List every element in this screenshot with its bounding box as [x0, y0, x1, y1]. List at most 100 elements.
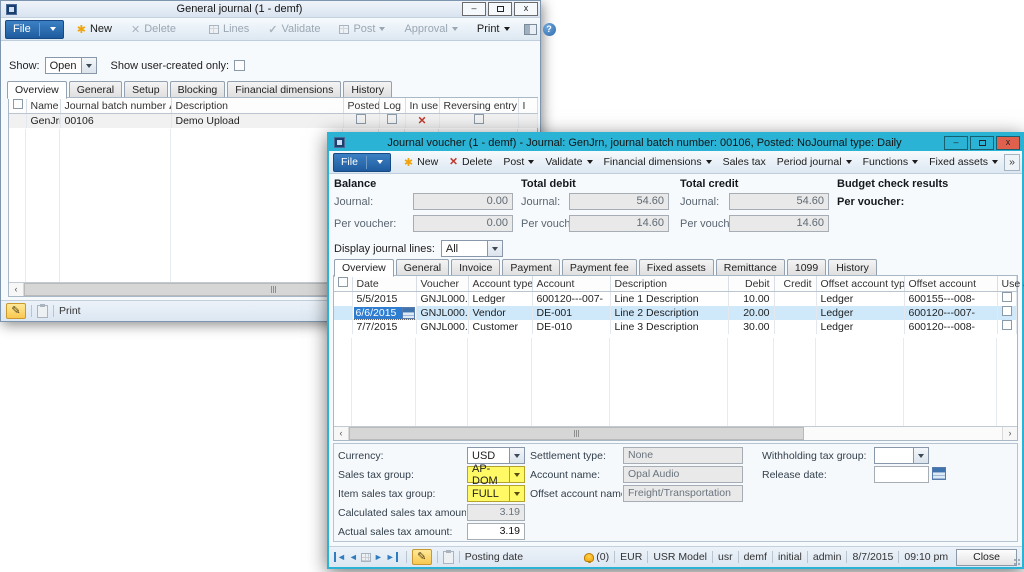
col-description[interactable]: Description: [171, 98, 343, 114]
cell-account-type[interactable]: Ledger: [468, 292, 532, 306]
new-button[interactable]: ✱New: [399, 154, 443, 171]
minimize-button[interactable]: –: [944, 136, 968, 150]
row-select-cell[interactable]: [334, 292, 352, 306]
cell-use-deposit[interactable]: [997, 292, 1017, 306]
row-select-cell[interactable]: [334, 320, 352, 334]
cell-voucher[interactable]: GNJL000...: [416, 320, 468, 334]
cell-offset-type[interactable]: Ledger: [816, 306, 904, 320]
tab-overview[interactable]: Overview: [7, 81, 67, 99]
cell-date-editing[interactable]: 6/6/2015: [352, 306, 416, 320]
close-button[interactable]: x: [514, 2, 538, 16]
cell-offset-type[interactable]: Ledger: [816, 292, 904, 306]
col-debit[interactable]: Debit: [728, 276, 774, 292]
maximize-button[interactable]: [488, 2, 512, 16]
fixed-assets-menu-button[interactable]: Fixed assets: [924, 154, 1003, 170]
last-record-icon[interactable]: ►: [386, 552, 398, 562]
table-row[interactable]: GenJrn 00106 Demo Upload ✕: [9, 114, 538, 128]
toolbar-overflow-button[interactable]: »: [1004, 154, 1020, 171]
cell-offset-account[interactable]: 600120---007-: [904, 306, 997, 320]
cell-voucher[interactable]: GNJL000...: [416, 306, 468, 320]
cell-account[interactable]: DE-001: [532, 306, 610, 320]
withholding-tax-group-dropdown[interactable]: [874, 447, 929, 464]
cell-account-type[interactable]: Customer: [468, 320, 532, 334]
alerts-icon[interactable]: [584, 553, 594, 562]
edit-mode-button[interactable]: ✎: [6, 303, 26, 319]
resize-grip[interactable]: [1013, 558, 1021, 566]
cell-description[interactable]: Line 1 Description: [610, 292, 728, 306]
row-select-cell[interactable]: [9, 114, 26, 128]
col-use-a-deposit[interactable]: Use a depo: [997, 276, 1017, 292]
cell-credit[interactable]: [774, 320, 816, 334]
cell-offset-account[interactable]: 600120---008-: [904, 320, 997, 334]
window-titlebar[interactable]: General journal (1 - demf) – x: [1, 1, 540, 18]
cell-batch[interactable]: 00106: [60, 114, 171, 128]
previous-record-icon[interactable]: ◄: [349, 552, 358, 562]
col-posted[interactable]: Posted: [343, 98, 379, 114]
select-all-header[interactable]: [334, 276, 352, 292]
use-deposit-checkbox[interactable]: [1002, 320, 1012, 330]
calendar-icon[interactable]: [932, 467, 946, 480]
col-name[interactable]: Name: [26, 98, 60, 114]
cell-account[interactable]: 600120---007-: [532, 292, 610, 306]
close-window-button[interactable]: Close: [956, 549, 1017, 566]
new-button[interactable]: ✱New: [72, 21, 117, 38]
cell-use-deposit[interactable]: [997, 306, 1017, 320]
edit-mode-button[interactable]: ✎: [412, 549, 432, 565]
cell-date[interactable]: 5/5/2015: [352, 292, 416, 306]
cell-use-deposit[interactable]: [997, 320, 1017, 334]
post-menu-button[interactable]: Post: [498, 154, 539, 170]
col-journal-batch-number[interactable]: Journal batch number ▴: [60, 98, 171, 114]
scroll-thumb[interactable]: [349, 427, 804, 440]
minimize-button[interactable]: –: [462, 2, 486, 16]
horizontal-scrollbar[interactable]: ‹ ›: [334, 426, 1017, 440]
show-dropdown[interactable]: Open: [45, 57, 97, 74]
cell-offset-account[interactable]: 600155---008-: [904, 292, 997, 306]
scroll-left-arrow[interactable]: ‹: [9, 283, 24, 296]
row-select-cell[interactable]: [334, 306, 352, 320]
col-in-use[interactable]: In use: [405, 98, 439, 114]
display-lines-dropdown[interactable]: All: [441, 240, 503, 257]
cell-credit[interactable]: [774, 292, 816, 306]
col-reversing-entry[interactable]: Reversing entry: [439, 98, 518, 114]
layout-icon[interactable]: [524, 24, 537, 35]
sales-tax-button[interactable]: Sales tax: [718, 154, 771, 170]
validate-menu-button[interactable]: Validate: [540, 154, 597, 170]
cell-voucher[interactable]: GNJL000...: [416, 292, 468, 306]
col-description[interactable]: Description: [610, 276, 728, 292]
cell-account-type[interactable]: Vendor: [468, 306, 532, 320]
col-account[interactable]: Account: [532, 276, 610, 292]
use-deposit-checkbox[interactable]: [1002, 292, 1012, 302]
help-icon[interactable]: ?: [543, 23, 556, 36]
cell-name[interactable]: GenJrn: [26, 114, 60, 128]
cell-debit[interactable]: 10.00: [728, 292, 774, 306]
scroll-right-arrow[interactable]: ›: [1002, 427, 1017, 440]
scroll-left-arrow[interactable]: ‹: [334, 427, 349, 440]
release-date-input[interactable]: [874, 466, 929, 483]
table-row[interactable]: 7/7/2015 GNJL000... Customer DE-010 Line…: [334, 320, 1017, 334]
select-all-header[interactable]: [9, 98, 26, 114]
first-record-icon[interactable]: ◄: [334, 552, 346, 562]
functions-menu-button[interactable]: Functions: [858, 154, 924, 170]
col-credit[interactable]: Credit: [774, 276, 816, 292]
maximize-button[interactable]: [970, 136, 994, 150]
close-button[interactable]: x: [996, 136, 1020, 150]
user-created-checkbox[interactable]: [234, 60, 245, 71]
file-menu-button[interactable]: File: [333, 153, 391, 172]
item-sales-tax-group-dropdown[interactable]: FULL: [467, 485, 525, 502]
cell-description[interactable]: Demo Upload: [171, 114, 343, 128]
cell-description[interactable]: Line 2 Description: [610, 306, 728, 320]
next-record-icon[interactable]: ►: [374, 552, 383, 562]
table-row[interactable]: 5/5/2015 GNJL000... Ledger 600120---007-…: [334, 292, 1017, 306]
cell-account[interactable]: DE-010: [532, 320, 610, 334]
use-deposit-checkbox[interactable]: [1002, 306, 1012, 316]
financial-dimensions-menu-button[interactable]: Financial dimensions: [599, 154, 717, 170]
file-menu-button[interactable]: File: [5, 20, 64, 39]
period-journal-menu-button[interactable]: Period journal: [772, 154, 857, 170]
col-offset-account[interactable]: Offset account: [904, 276, 997, 292]
col-offset-account-type[interactable]: Offset account type: [816, 276, 904, 292]
actual-sales-tax-input[interactable]: 3.19: [467, 523, 525, 540]
sales-tax-group-dropdown[interactable]: AP-DOM: [467, 466, 525, 483]
cell-description[interactable]: Line 3 Description: [610, 320, 728, 334]
cell-date[interactable]: 7/7/2015: [352, 320, 416, 334]
delete-button[interactable]: ✕Delete: [444, 154, 497, 170]
